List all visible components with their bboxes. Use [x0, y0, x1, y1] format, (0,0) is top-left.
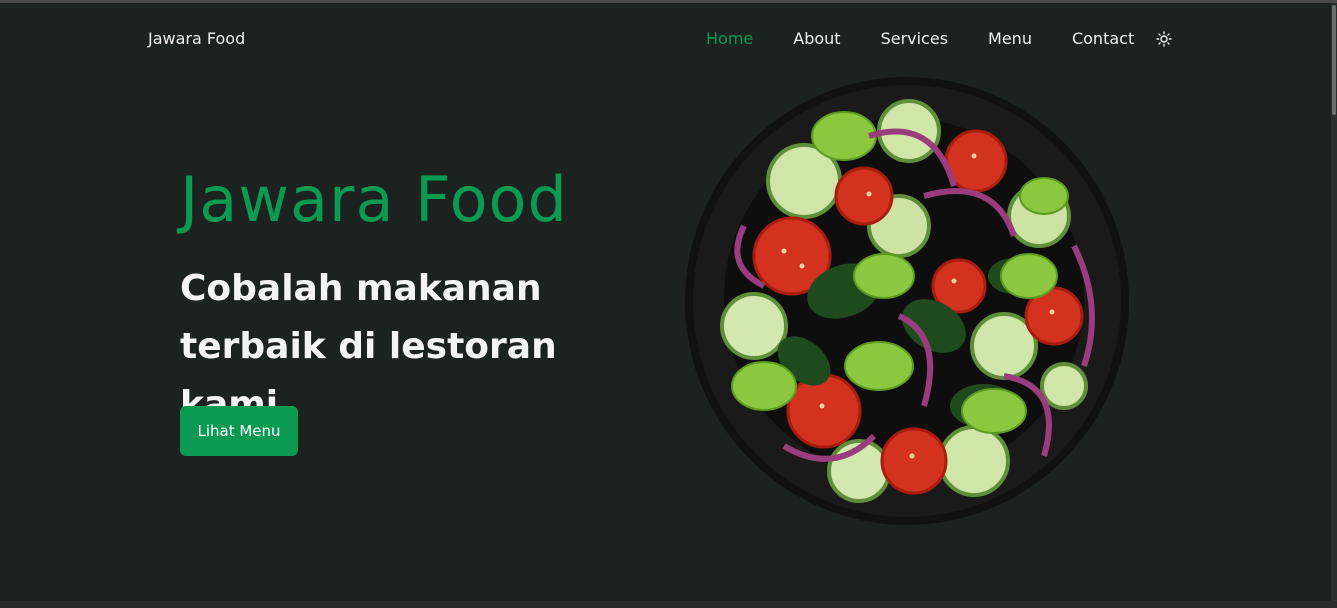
scrollbar[interactable]: [1331, 3, 1337, 601]
salad-bowl-image: [684, 76, 1130, 526]
window-bottom-border: [0, 601, 1337, 608]
nav-link-home[interactable]: Home: [706, 29, 753, 48]
hero-subtitle-line1: Cobalah makanan: [180, 268, 542, 309]
navbar: Jawara Food Home About Services Menu Con…: [0, 3, 1331, 73]
hero-title: Jawara Food: [180, 163, 568, 236]
nav-links: Home About Services Menu Contact: [706, 29, 1174, 48]
brand-logo[interactable]: Jawara Food: [148, 29, 245, 48]
nav-link-services[interactable]: Services: [881, 29, 948, 48]
nav-link-about[interactable]: About: [793, 29, 840, 48]
view-menu-button[interactable]: Lihat Menu: [180, 406, 298, 456]
sun-icon[interactable]: [1156, 31, 1172, 47]
scrollbar-thumb[interactable]: [1332, 5, 1336, 115]
nav-link-menu[interactable]: Menu: [988, 29, 1032, 48]
nav-link-contact[interactable]: Contact: [1072, 29, 1134, 48]
